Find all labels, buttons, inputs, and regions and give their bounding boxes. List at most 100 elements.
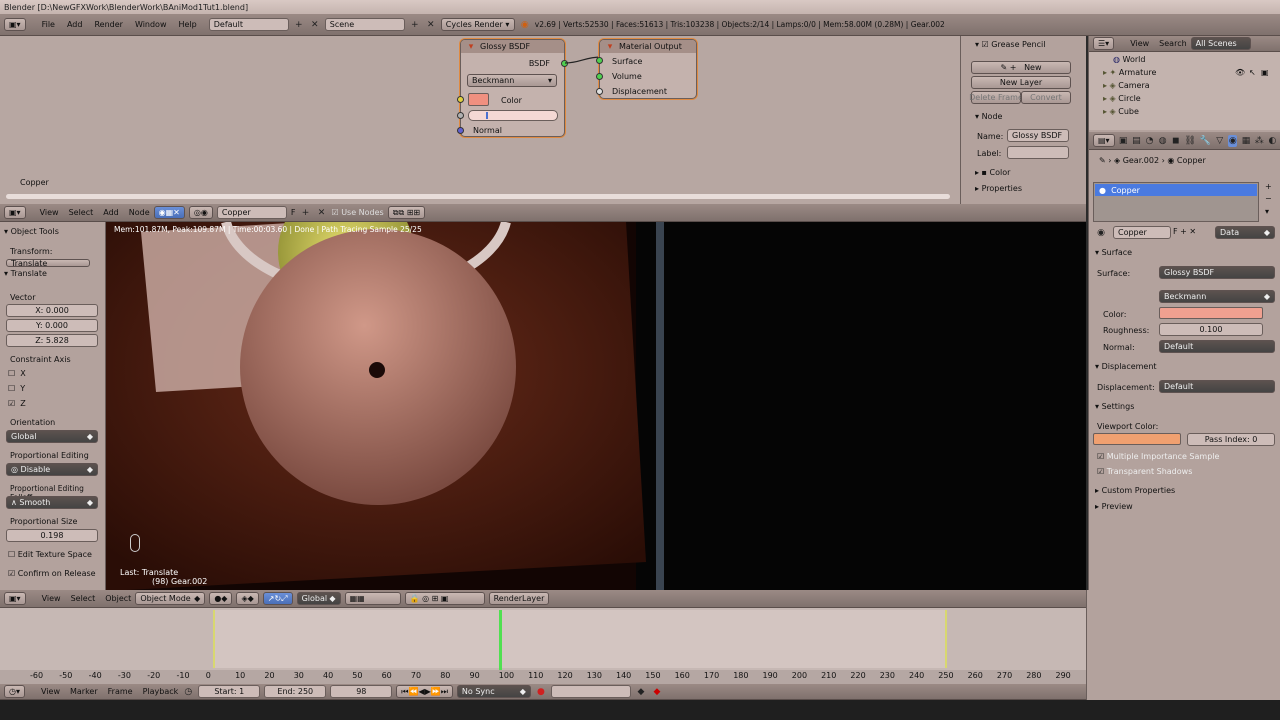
material-name-field[interactable]: Copper [1113,226,1171,239]
distribution-select[interactable]: Beckmann ▾ [467,74,557,87]
scene-tab-icon[interactable]: ◔ [1145,135,1154,147]
shader-node-type-button[interactable]: ◉▦✕ [153,206,185,219]
render-tab-icon[interactable]: ▣ [1119,135,1128,147]
grease-pencil-header[interactable]: ▾ ☑ Grease Pencil [975,40,1045,49]
preview-header[interactable]: ▸ Preview [1095,502,1133,511]
new-layer-button[interactable]: New Layer [971,76,1071,89]
viewport-3d[interactable]: Mem:101.87M, Peak:109.87M | Time:00:03.6… [106,222,1086,590]
snap-buttons[interactable]: 🔒 ◎ ⊞ ▣ [404,592,485,605]
close-scene-icon[interactable]: ✕ [425,19,437,31]
view3d-menu-object[interactable]: Object [105,594,131,603]
properties-editor-type[interactable]: ▤▾ [1093,134,1115,147]
output-node-header[interactable]: ▾ Material Output [600,40,696,53]
prop-editing-select[interactable]: ◎ Disable ◆ [6,463,98,476]
node-editor-type[interactable]: ▣▾ [4,206,26,219]
pin-icon[interactable]: ✎ [1099,156,1108,165]
translate-section-header[interactable]: ▾ Translate [4,269,47,278]
screen-select[interactable]: Default [208,18,289,31]
insert-keyframe-icon[interactable]: ◆ [635,686,647,698]
translate-button[interactable]: Translate [6,259,90,267]
collapse-icon[interactable]: ▾ [604,41,616,53]
keying-set-field[interactable] [550,685,631,698]
viewport-editor-type[interactable]: ▣▾ [4,592,26,605]
node-label-field[interactable] [1007,146,1069,159]
properties-section-header[interactable]: ▸ Properties [975,184,1022,193]
menu-add[interactable]: Add [67,20,83,29]
add-screen-icon[interactable]: + [293,19,305,31]
render-layer-button[interactable]: RenderLayer [488,592,549,605]
surface-color-swatch[interactable] [1159,307,1263,319]
view3d-menu-select[interactable]: Select [71,594,96,603]
vector-y-field[interactable]: Y: 0.000 [6,319,98,332]
volume-input-socket[interactable] [596,73,603,80]
settings-section-header[interactable]: ▾ Settings [1095,402,1134,411]
mis-checkbox[interactable]: ☑ Multiple Importance Sample [1097,452,1219,461]
material-browse-icon[interactable]: ◉ [1095,227,1107,239]
roughness-slider[interactable] [468,110,558,121]
unlink-material-icon[interactable]: ✕ [315,207,327,219]
material-tab-icon[interactable]: ◉ [1228,134,1238,147]
glossy-node-header[interactable]: ▾ Glossy BSDF [461,40,564,53]
node-menu-add[interactable]: Add [103,208,119,217]
sync-mode-select[interactable]: No Sync ◆ [456,685,531,698]
roughness-input-socket[interactable] [457,112,464,119]
surface-input-socket[interactable] [596,57,603,64]
displacement-select[interactable]: Default [1159,380,1275,393]
custom-properties-header[interactable]: ▸ Custom Properties [1095,486,1175,495]
timeline-editor-type[interactable]: ◷▾ [4,685,25,698]
layers-tab-icon[interactable]: ▤ [1132,135,1141,147]
record-icon[interactable]: ● [535,686,547,698]
vector-x-field[interactable]: X: 0.000 [6,304,98,317]
close-screen-icon[interactable]: ✕ [309,19,321,31]
axis-z-checkbox[interactable]: ☑ Z [8,399,26,408]
end-frame-field[interactable]: End: 250 [264,685,327,698]
material-slot-list[interactable]: ● Copper [1093,182,1259,222]
slot-specials-icon[interactable]: ▾ [1265,207,1269,216]
node-section-header[interactable]: ▾ Node [975,112,1002,121]
axis-x-checkbox[interactable]: ☐ X [8,369,26,378]
playback-controls[interactable]: ⏮⏪◀▶⏩⏭ [396,685,453,698]
data-link-select[interactable]: Data ◆ [1215,226,1275,239]
data-tab-icon[interactable]: ▽ [1215,135,1224,147]
particles-tab-icon[interactable]: ⁂ [1255,135,1264,147]
prop-size-field[interactable]: 0.198 [6,529,98,542]
surface-shader-select[interactable]: Glossy BSDF [1159,266,1275,279]
timeline-menu-playback[interactable]: Playback [143,687,179,696]
displacement-input-socket[interactable] [596,88,603,95]
add-material-icon[interactable]: + [299,207,311,219]
viewport-color-swatch[interactable] [1093,433,1181,445]
manipulator-toggles[interactable]: ↗↻⤢ [262,592,293,605]
preview-range-icon[interactable]: ◷ [182,686,194,698]
outliner-menu-search[interactable]: Search [1159,39,1186,48]
object-tab-icon[interactable]: ◼ [1171,135,1180,147]
confirm-on-release-checkbox[interactable]: ☑ Confirm on Release [8,569,96,578]
color-section-header[interactable]: ▸ ▪ Color [975,168,1010,177]
glossy-bsdf-node[interactable]: ▾ Glossy BSDF BSDF Beckmann ▾ Color Norma… [457,39,568,137]
layer-buttons[interactable]: ▦▦ [344,592,401,605]
node-menu-view[interactable]: View [40,208,59,217]
snap-toggle-icon[interactable]: ⧉⧉ ⊞⊞ [387,206,426,219]
object-tools-header[interactable]: ▾ Object Tools [4,227,59,236]
start-frame-field[interactable]: Start: 1 [198,685,261,698]
modifiers-tab-icon[interactable]: 🔧 [1200,135,1211,147]
outliner-item-world[interactable]: ◍ World [1113,55,1145,64]
node-name-field[interactable]: Glossy BSDF [1007,129,1069,142]
fake-user-toggle[interactable]: F [291,208,296,217]
material-output-node[interactable]: ▾ Material Output Surface Volume Displac… [596,39,697,99]
outliner-scope-select[interactable]: All Scenes [1190,37,1251,50]
timeline-menu-view[interactable]: View [41,687,60,696]
surface-section-header[interactable]: ▾ Surface [1095,248,1132,257]
displacement-section-header[interactable]: ▾ Displacement [1095,362,1157,371]
visibility-eye-icon[interactable]: 👁 [1235,68,1245,77]
world-tab-icon[interactable]: ◍ [1158,135,1167,147]
delete-keyframe-icon[interactable]: ◆ [651,686,663,698]
grease-pencil-new-button[interactable]: ✎ + New [971,61,1071,74]
render-camera-icon[interactable]: ▣ [1261,68,1269,77]
delete-frame-button[interactable]: Delete Frame [969,91,1023,104]
use-nodes-checkbox[interactable]: ☑ Use Nodes [331,208,383,217]
current-frame-field[interactable]: 98 [330,685,393,698]
current-frame-marker[interactable] [499,610,502,670]
convert-button[interactable]: Convert [1021,91,1071,104]
outliner-item-circle[interactable]: ▸ ◈ Circle [1103,94,1141,103]
add-slot-icon[interactable]: + [1265,182,1272,191]
